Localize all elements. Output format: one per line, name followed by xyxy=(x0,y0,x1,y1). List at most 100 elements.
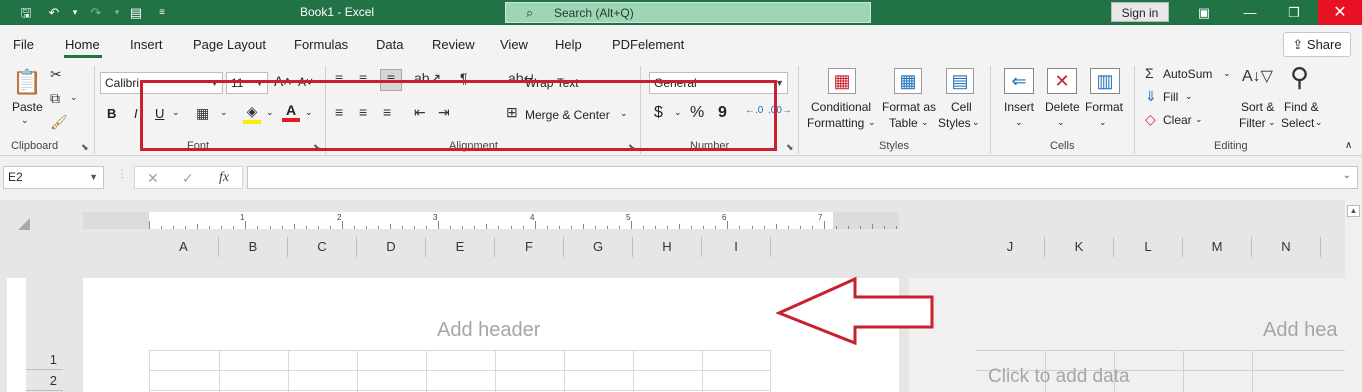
clear-icon[interactable]: ◇ xyxy=(1145,111,1156,128)
undo-icon[interactable]: ↶ xyxy=(44,3,64,22)
search-box[interactable]: ⌕ Search (Alt+Q) xyxy=(505,2,871,23)
undo-dropdown-icon[interactable]: ▾ xyxy=(65,3,85,22)
customize-qat-icon[interactable]: ≡ xyxy=(152,3,172,22)
paste-dropdown-icon[interactable]: ⌄ xyxy=(21,115,29,126)
name-box[interactable]: E2 ▼ xyxy=(3,166,104,189)
clipboard-launcher-icon[interactable]: ⬊ xyxy=(81,142,89,153)
cell-styles-dropdown-icon[interactable]: ⌄ xyxy=(972,117,980,128)
sort-filter-label-2[interactable]: Filter xyxy=(1239,116,1266,130)
cell-styles-label-2[interactable]: Styles xyxy=(938,116,971,130)
tab-help[interactable]: Help xyxy=(555,37,582,52)
column-header-f[interactable]: F xyxy=(495,237,564,257)
format-painter-icon[interactable]: 🖌 xyxy=(50,114,68,131)
column-header-n[interactable]: N xyxy=(1252,237,1321,257)
delete-dropdown-icon[interactable]: ⌄ xyxy=(1057,117,1065,128)
add-header-placeholder[interactable]: Add header xyxy=(437,319,540,342)
enter-icon[interactable]: ✓ xyxy=(182,170,194,187)
format-cells-button[interactable]: Format xyxy=(1085,100,1123,114)
format-dropdown-icon[interactable]: ⌄ xyxy=(1099,117,1107,128)
column-header-m[interactable]: M xyxy=(1183,237,1252,257)
ribbon-display-options-icon[interactable]: ▣ xyxy=(1194,3,1214,22)
column-header-b[interactable]: B xyxy=(219,237,288,257)
conditional-formatting-label-1[interactable]: Conditional xyxy=(811,100,871,114)
fill-icon[interactable]: ⇓ xyxy=(1145,88,1157,105)
close-button[interactable]: ✕ xyxy=(1318,0,1362,25)
column-header-k[interactable]: K xyxy=(1045,237,1114,257)
select-all-corner[interactable] xyxy=(18,218,30,230)
paste-button[interactable]: Paste xyxy=(12,100,43,114)
column-header-a[interactable]: A xyxy=(149,237,219,257)
scroll-up-icon[interactable]: ▲ xyxy=(1347,205,1360,217)
insert-function-icon[interactable]: fx xyxy=(219,170,229,186)
tab-file[interactable]: File xyxy=(13,37,34,52)
tab-page-layout[interactable]: Page Layout xyxy=(193,37,266,52)
clear-dropdown-icon[interactable]: ⌄ xyxy=(1195,114,1203,125)
minimize-icon[interactable]: — xyxy=(1240,3,1260,22)
click-to-add-data[interactable]: Click to add data xyxy=(988,366,1130,388)
tab-formulas[interactable]: Formulas xyxy=(294,37,348,52)
ruler-tick xyxy=(305,226,307,229)
collapse-ribbon-icon[interactable]: ∧ xyxy=(1345,140,1352,151)
tab-data[interactable]: Data xyxy=(376,37,403,52)
tab-home[interactable]: Home xyxy=(65,37,100,52)
format-as-table-dropdown-icon[interactable]: ⌄ xyxy=(921,117,929,128)
delete-cells-button[interactable]: Delete xyxy=(1045,100,1080,114)
insert-cells-button[interactable]: Insert xyxy=(1004,100,1034,114)
autosum-dropdown-icon[interactable]: ⌄ xyxy=(1223,68,1231,79)
column-header-j[interactable]: J xyxy=(976,237,1045,257)
save-icon[interactable]: 🖫 xyxy=(16,3,36,22)
tab-view[interactable]: View xyxy=(500,37,528,52)
restore-icon[interactable]: ❐ xyxy=(1284,3,1304,22)
cancel-icon[interactable]: ✕ xyxy=(147,170,159,187)
tab-review[interactable]: Review xyxy=(432,37,475,52)
sort-filter-dropdown-icon[interactable]: ⌄ xyxy=(1268,117,1276,128)
insert-dropdown-icon[interactable]: ⌄ xyxy=(1015,117,1023,128)
add-header-placeholder-page2[interactable]: Add hea xyxy=(1263,319,1338,342)
find-select-dropdown-icon[interactable]: ⌄ xyxy=(1315,117,1323,128)
ruler-tick xyxy=(510,226,512,229)
share-button[interactable]: ⇪ Share xyxy=(1283,32,1351,57)
tab-pdfelement[interactable]: PDFelement xyxy=(612,37,684,52)
find-select-label-1[interactable]: Find & xyxy=(1284,100,1319,114)
autosum-button[interactable]: AutoSum xyxy=(1163,67,1212,81)
touch-mode-icon[interactable]: ▤ xyxy=(126,3,146,22)
fill-dropdown-icon[interactable]: ⌄ xyxy=(1185,91,1193,102)
page-2: Add hea Click to add data xyxy=(909,278,1345,392)
fill-button[interactable]: Fill xyxy=(1163,90,1178,104)
bold-button[interactable]: B xyxy=(107,106,116,121)
column-header-g[interactable]: G xyxy=(564,237,633,257)
autosum-icon[interactable]: Σ xyxy=(1145,65,1154,81)
column-header-i[interactable]: I xyxy=(702,237,771,257)
row-header-1[interactable]: 1 xyxy=(26,350,63,370)
column-header-e[interactable]: E xyxy=(426,237,495,257)
gridline xyxy=(976,350,1345,351)
tab-insert[interactable]: Insert xyxy=(130,37,163,52)
format-as-table-label-2[interactable]: Table xyxy=(889,116,918,130)
clear-button[interactable]: Clear xyxy=(1163,113,1192,127)
formula-input[interactable]: ⌄ xyxy=(247,166,1358,189)
ruler-number: 1 xyxy=(240,213,245,222)
cell-styles-label-1[interactable]: Cell xyxy=(951,100,972,114)
column-header-d[interactable]: D xyxy=(357,237,426,257)
cut-icon[interactable]: ✂ xyxy=(50,66,62,83)
name-box-value: E2 xyxy=(8,170,23,184)
column-header-h[interactable]: H xyxy=(633,237,702,257)
annotation-arrow xyxy=(776,276,934,346)
vertical-scrollbar[interactable]: ▲ xyxy=(1345,200,1362,392)
vertical-ruler xyxy=(7,278,26,392)
copy-icon[interactable]: ⧉ xyxy=(50,90,60,107)
expand-formula-bar-icon[interactable]: ⌄ xyxy=(1343,170,1351,181)
number-launcher-icon[interactable]: ⬊ xyxy=(786,142,794,153)
format-as-table-label-1[interactable]: Format as xyxy=(882,100,936,114)
conditional-formatting-label-2[interactable]: Formatting xyxy=(807,116,864,130)
row-header-2[interactable]: 2 xyxy=(26,371,63,391)
paste-icon[interactable]: 📋 xyxy=(12,68,42,97)
sign-in-button[interactable]: Sign in xyxy=(1111,2,1169,22)
find-select-label-2[interactable]: Select xyxy=(1281,116,1314,130)
italic-button[interactable]: I xyxy=(134,106,138,121)
copy-dropdown-icon[interactable]: ⌄ xyxy=(70,92,78,103)
column-header-l[interactable]: L xyxy=(1114,237,1183,257)
column-header-c[interactable]: C xyxy=(288,237,357,257)
conditional-formatting-dropdown-icon[interactable]: ⌄ xyxy=(868,117,876,128)
sort-filter-label-1[interactable]: Sort & xyxy=(1241,100,1274,114)
